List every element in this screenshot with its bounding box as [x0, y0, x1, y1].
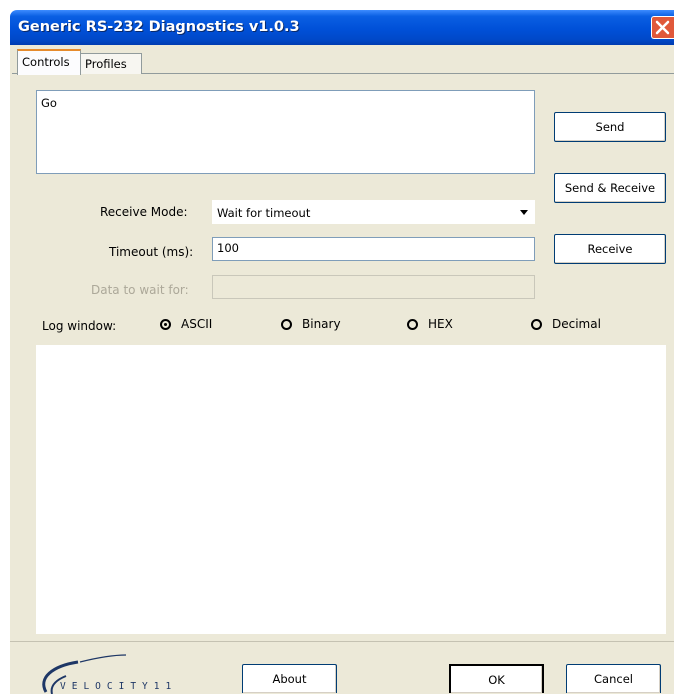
radio-unselected-icon[interactable] [281, 318, 292, 330]
title-bar[interactable]: Generic RS-232 Diagnostics v1.0.3 [10, 10, 674, 45]
radio-binary-label: Binary [302, 317, 341, 331]
radio-selected-icon[interactable] [160, 318, 171, 330]
bottom-divider [10, 641, 674, 642]
radio-unselected-icon[interactable] [407, 318, 418, 330]
cancel-button[interactable]: Cancel [566, 664, 661, 693]
tab-profiles[interactable]: Profiles [81, 53, 142, 74]
ok-button[interactable]: OK [449, 664, 544, 693]
velocity11-logo: VELOCITY11 [42, 654, 177, 694]
receive-mode-label: Receive Mode: [100, 205, 188, 219]
tab-controls[interactable]: Controls [17, 49, 81, 75]
close-icon [655, 20, 670, 35]
log-window-label: Log window: [42, 319, 117, 333]
timeout-label: Timeout (ms): [109, 245, 194, 259]
radio-ascii-label: ASCII [181, 317, 213, 331]
logo-text: VELOCITY11 [60, 681, 177, 692]
receive-mode-value: Wait for timeout [217, 206, 311, 220]
timeout-input[interactable]: 100 [212, 237, 535, 261]
radio-decimal[interactable]: Decimal [531, 317, 601, 331]
send-button[interactable]: Send [554, 112, 666, 142]
window-title: Generic RS-232 Diagnostics v1.0.3 [18, 19, 300, 35]
radio-unselected-icon[interactable] [531, 318, 542, 330]
dropdown-arrow-icon[interactable] [520, 210, 528, 215]
command-input[interactable]: Go [36, 90, 535, 174]
receive-button[interactable]: Receive [554, 234, 666, 264]
radio-decimal-label: Decimal [552, 317, 601, 331]
log-window[interactable] [36, 345, 666, 634]
data-to-wait-label: Data to wait for: [91, 283, 189, 297]
data-to-wait-input [212, 275, 535, 299]
send-receive-button[interactable]: Send & Receive [554, 173, 666, 203]
radio-binary[interactable]: Binary [281, 317, 341, 331]
about-button[interactable]: About [242, 664, 337, 693]
radio-hex-label: HEX [428, 317, 453, 331]
radio-hex[interactable]: HEX [407, 317, 453, 331]
close-button[interactable] [651, 16, 674, 39]
radio-ascii[interactable]: ASCII [160, 317, 212, 331]
receive-mode-select[interactable]: Wait for timeout [212, 200, 535, 224]
